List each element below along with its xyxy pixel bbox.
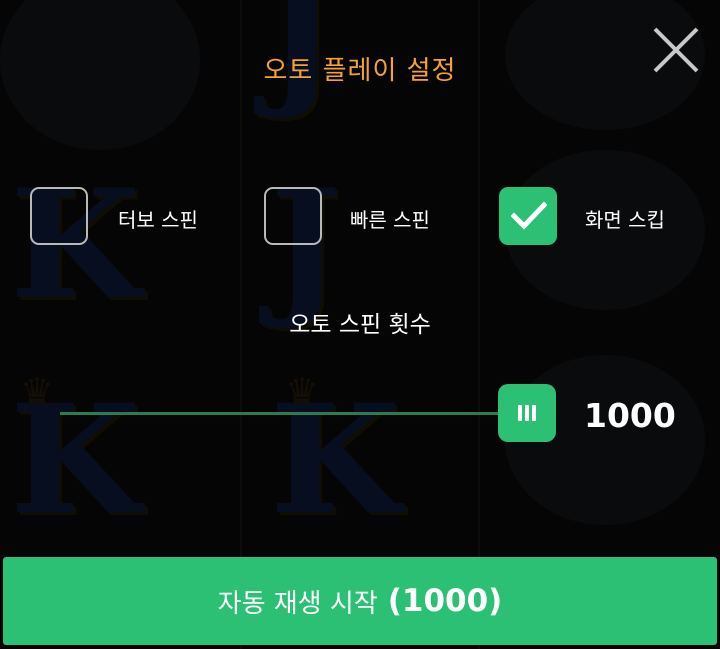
turbo-spin-label: 터보 스핀 — [118, 208, 198, 232]
turbo-spin-checkbox[interactable] — [30, 187, 88, 245]
start-autoplay-label: 자동 재생 시작 — [217, 588, 378, 619]
skip-screen-checkbox[interactable] — [499, 187, 557, 245]
spin-count-slider-track[interactable] — [60, 412, 530, 415]
close-button[interactable] — [652, 26, 700, 74]
skip-screen-label: 화면 스킵 — [585, 208, 665, 232]
grip-icon — [532, 405, 536, 421]
quick-spin-label: 빠른 스핀 — [350, 208, 430, 232]
quick-spin-option[interactable]: 빠른 스핀 — [264, 187, 454, 249]
auto-spin-count-label: 오토 스핀 횟수 — [289, 312, 431, 338]
dialog-title: 오토 플레이 설정 — [263, 56, 457, 86]
turbo-spin-option[interactable]: 터보 스핀 — [30, 187, 220, 249]
checkmark-icon — [511, 201, 547, 230]
close-icon — [653, 27, 699, 73]
grip-icon — [525, 405, 529, 421]
quick-spin-checkbox[interactable] — [264, 187, 322, 245]
grip-icon — [518, 405, 522, 421]
spin-count-value: 1000 — [584, 396, 676, 435]
spin-count-slider-handle[interactable] — [498, 384, 556, 442]
skip-screen-option[interactable]: 화면 스킵 — [499, 187, 689, 249]
start-autoplay-count: (1000) — [387, 583, 503, 619]
start-autoplay-button[interactable]: 자동 재생 시작 (1000) — [3, 557, 717, 645]
